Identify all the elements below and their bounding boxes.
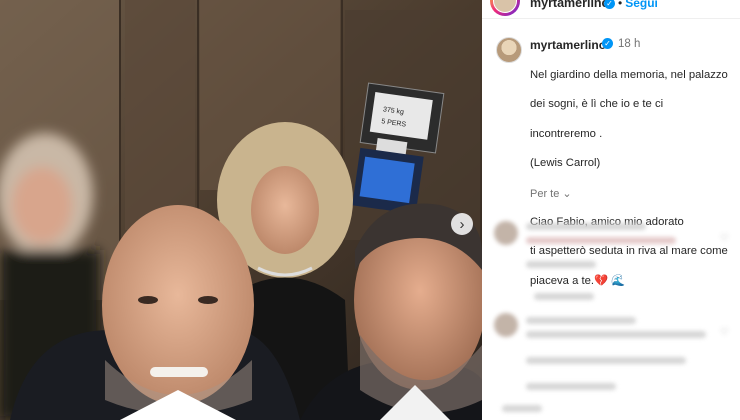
caption-line: incontreremo .	[530, 127, 603, 140]
comment-text	[526, 317, 636, 324]
post-photo[interactable]: 375 kg 5 PERS ›	[0, 0, 482, 420]
caption-avatar[interactable]	[496, 37, 522, 63]
comments-section: ♡ ♡	[482, 205, 740, 420]
comment-text	[526, 237, 676, 244]
comment-meta	[526, 261, 596, 268]
translate-toggle[interactable]: Per te ⌄	[530, 187, 572, 200]
caption-line: dei sogni, è lì che io e te ci	[530, 98, 664, 111]
heart-icon[interactable]: ♡	[720, 233, 729, 244]
verified-badge-icon: ✓	[604, 0, 615, 9]
comment-text	[526, 331, 706, 338]
verified-badge-icon: ✓	[602, 38, 613, 49]
post-timestamp: 18 h	[618, 38, 641, 50]
header-username[interactable]: myrtamerlino	[530, 0, 609, 10]
caption-username[interactable]: myrtamerlino	[530, 38, 606, 52]
post-header: myrtamerlino ✓ • Segui	[482, 0, 740, 19]
next-arrow-icon: ›	[459, 215, 465, 233]
comment-meta	[502, 405, 542, 412]
selfie-image: 375 kg 5 PERS	[0, 0, 482, 420]
comment-meta	[526, 383, 616, 390]
heart-icon[interactable]: ♡	[720, 327, 729, 338]
view-replies[interactable]	[534, 293, 594, 300]
caption-line: Nel giardino della memoria, nel palazzo	[530, 68, 728, 81]
comment-avatar	[494, 313, 518, 337]
comment-text	[526, 357, 686, 364]
comment-text	[526, 223, 646, 230]
header-avatar[interactable]	[490, 0, 520, 16]
caption-line: (Lewis Carrol)	[530, 156, 601, 169]
comment-avatar	[494, 221, 518, 245]
post-side-panel: myrtamerlino ✓ • Segui myrtamerlino ✓ 18 …	[482, 0, 740, 420]
follow-button[interactable]: • Segui	[618, 0, 658, 10]
follow-label: Segui	[625, 0, 658, 10]
next-photo-button[interactable]: ›	[451, 213, 473, 235]
